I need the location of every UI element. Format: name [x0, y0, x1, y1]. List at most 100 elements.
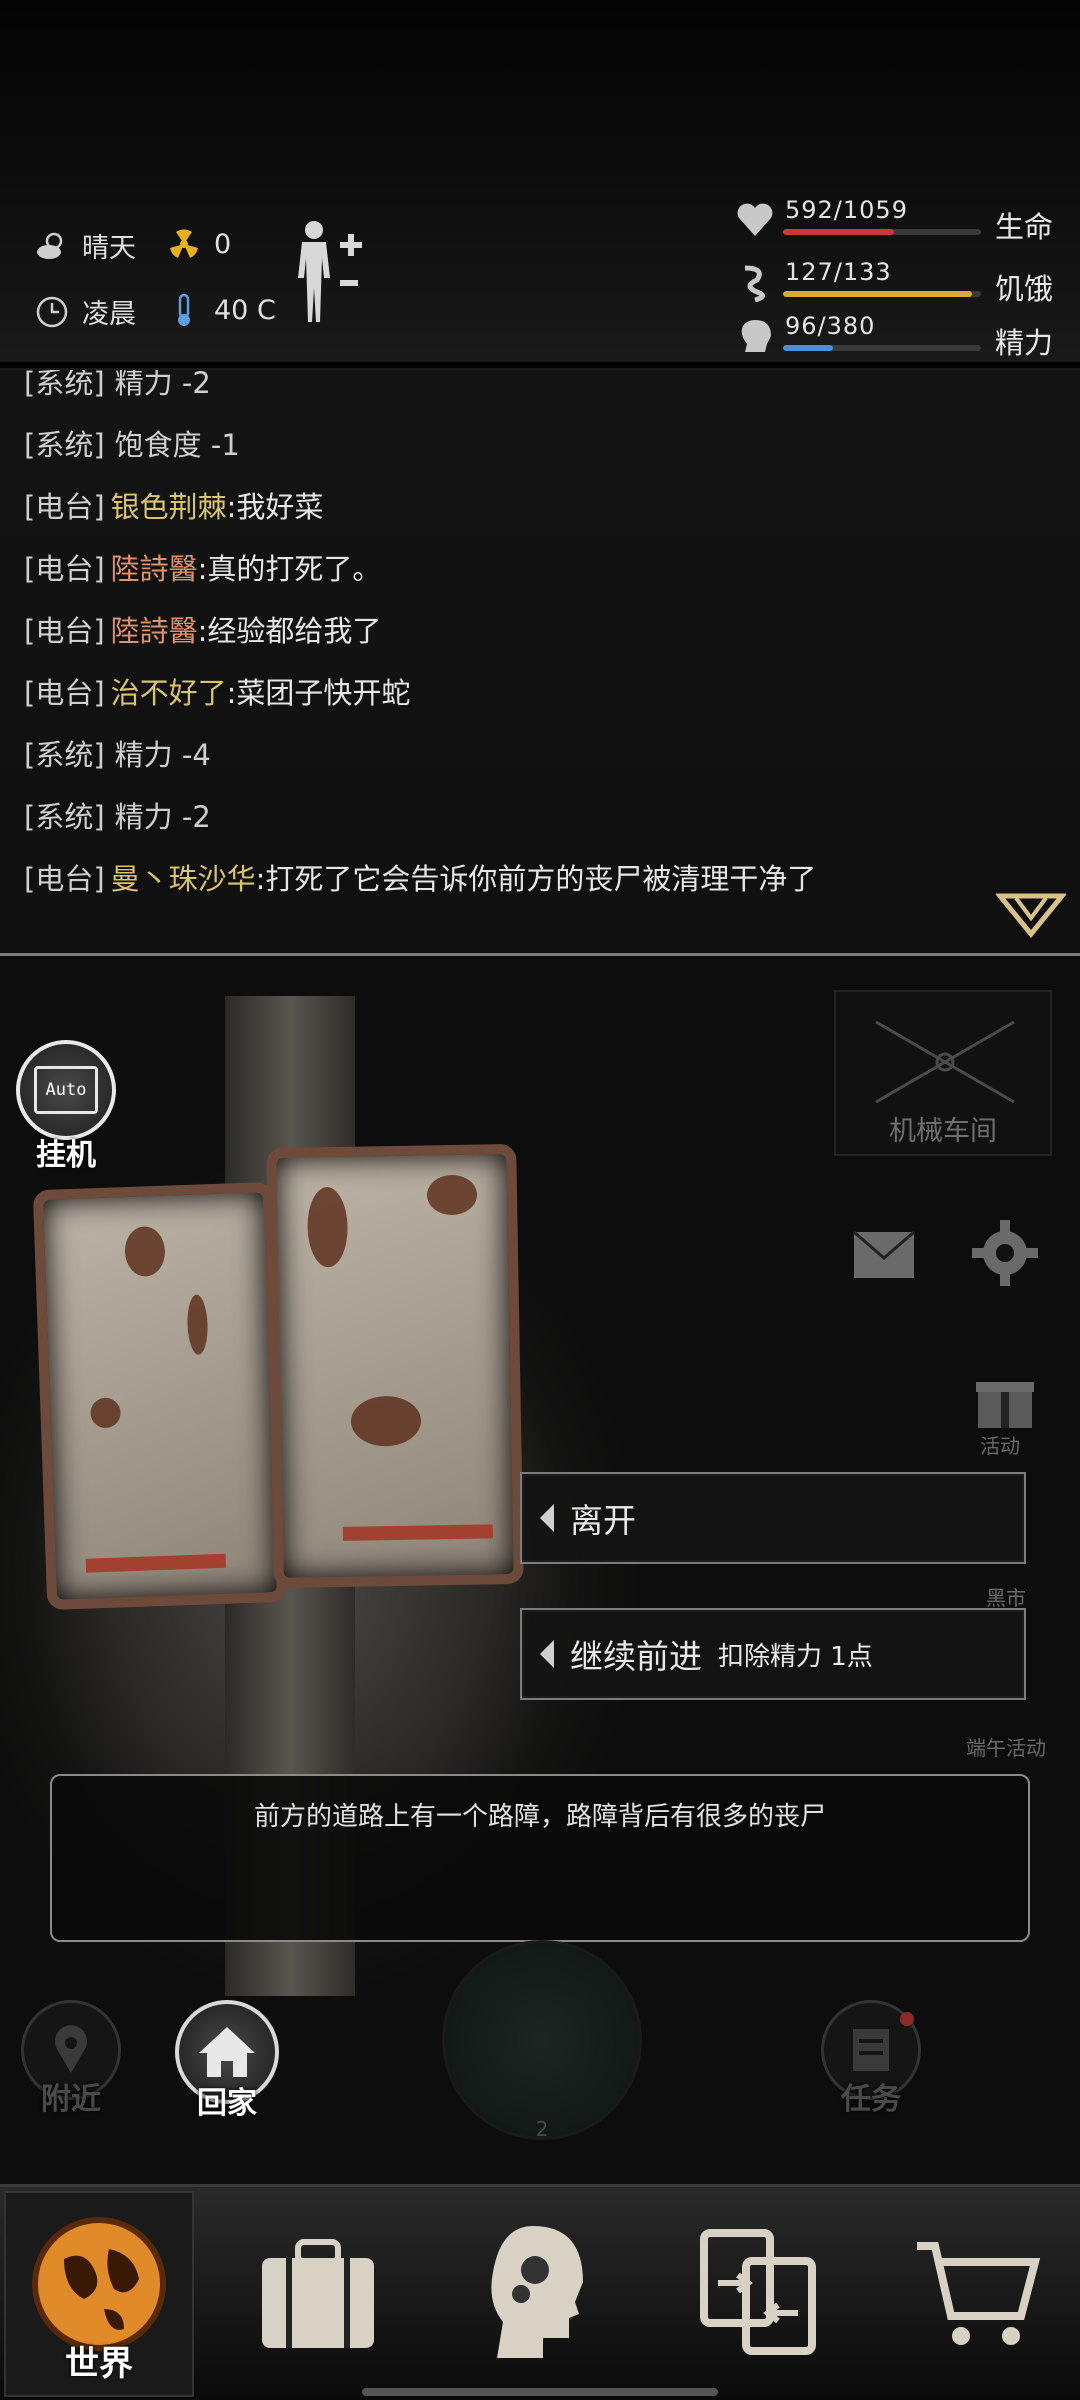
log-channel-tag: [电台]: [24, 614, 105, 648]
weather-text: 晴天: [82, 233, 136, 264]
log-line: [系统] 精力 -4: [24, 732, 211, 774]
task-notification-dot: [900, 2012, 914, 2026]
status-hud: 晴天 0 凌晨 40 C 592/1059 生命 127/133 饥饿 96/3…: [0, 0, 1080, 370]
choice-continue-label: 继续前进: [570, 1637, 702, 1676]
trade-icon: [700, 2229, 816, 2355]
log-channel-tag: [电台]: [24, 676, 105, 710]
stat-bar-value: 127/133: [785, 258, 892, 286]
auto-label: 挂机: [36, 1138, 96, 1173]
nearby-button[interactable]: 附近: [16, 2000, 126, 2118]
home-indicator[interactable]: [362, 2388, 718, 2396]
log-player-name[interactable]: 陸詩醫: [111, 552, 198, 586]
stat-bar-fill: [783, 345, 834, 351]
stat-bar-fill: [783, 229, 894, 235]
choice-leave-button[interactable]: 离开: [520, 1472, 1026, 1564]
settings-gear-icon[interactable]: [970, 1218, 1040, 1288]
scene-sign-right: [266, 1143, 524, 1589]
nav-trade-tab[interactable]: [658, 2187, 858, 2397]
body-status-button[interactable]: [292, 218, 366, 328]
log-message: :真的打死了。: [197, 552, 382, 586]
message-log[interactable]: [系统] 精力 -2 [系统] 饱食度 -1 [电台] 银色荆棘:我好菜 [电台] 陸詩醫:真…: [0, 370, 1080, 955]
thermometer-icon: [178, 293, 190, 326]
log-message: 精力 -2: [114, 370, 211, 400]
stat-bar-track: [783, 291, 981, 297]
mechanical-workshop-button[interactable]: 机械车间: [834, 990, 1052, 1156]
mail-icon[interactable]: [852, 1230, 916, 1280]
stat-bar-track: [783, 229, 981, 235]
festival-activity-label[interactable]: 端午活动: [966, 1732, 1046, 1761]
hud-divider: [0, 362, 1080, 368]
choice-leave-label: 离开: [570, 1501, 636, 1540]
log-channel-tag: [系统]: [24, 738, 105, 772]
nav-shop-tab[interactable]: [878, 2187, 1078, 2397]
suitcase-icon: [262, 2239, 374, 2348]
heart-icon: [737, 203, 773, 236]
log-channel-tag: [系统]: [24, 428, 105, 462]
choice-continue-button[interactable]: 继续前进 扣除精力 1点: [520, 1608, 1026, 1700]
auto-idle-button[interactable]: Auto 挂机: [12, 1040, 120, 1180]
nearby-label: 附近: [41, 2082, 101, 2117]
log-channel-tag: [电台]: [24, 552, 105, 586]
clock-icon: [36, 296, 68, 327]
log-line: [系统] 饱食度 -1: [24, 422, 240, 464]
auto-icon-text: Auto: [34, 1066, 98, 1114]
log-line: [系统] 精力 -2: [24, 370, 211, 402]
black-market-label[interactable]: 黑市: [986, 1582, 1026, 1611]
stat-bar-fill: [783, 291, 973, 297]
workshop-label: 机械车间: [889, 1116, 997, 1147]
time-stat: 凌晨: [34, 292, 136, 331]
log-player-name[interactable]: 银色荆棘: [111, 490, 227, 524]
workshop-icon: [875, 1020, 1015, 1104]
stat-bar-0: 592/1059 生命: [735, 196, 1055, 246]
log-line: [电台] 治不好了:菜团子快开蛇: [24, 670, 410, 712]
choice-arrow-icon: [540, 1504, 554, 1532]
log-message: :我好菜: [226, 490, 324, 524]
log-player-name[interactable]: 曼丶珠沙华: [111, 862, 256, 896]
log-channel-tag: [电台]: [24, 490, 105, 524]
radiation-icon: [170, 229, 198, 258]
task-label: 任务: [841, 2082, 901, 2117]
log-line: [电台] 银色荆棘:我好菜: [24, 484, 323, 526]
nav-world-label: 世界: [65, 2344, 133, 2384]
sun-cloud-icon: [37, 232, 63, 259]
task-button[interactable]: 任务: [816, 2000, 926, 2118]
event-description: 前方的道路上有一个路障，路障背后有很多的丧尸: [50, 1774, 1030, 1942]
stat-bar-track: [783, 345, 981, 351]
activity-label: 活动: [980, 1434, 1020, 1458]
scroll-down-icon[interactable]: [996, 890, 1066, 940]
stat-bar-2: 96/380 精力: [735, 312, 1055, 362]
stat-bar-value: 592/1059: [785, 196, 908, 224]
log-message: :菜团子快开蛇: [226, 676, 411, 710]
nav-inventory-tab[interactable]: [218, 2187, 418, 2397]
choice-arrow-icon: [540, 1640, 554, 1668]
stat-bar-1: 127/133 饥饿: [735, 258, 1055, 308]
head-icon: [741, 320, 771, 352]
scene-sign-left: [32, 1181, 288, 1611]
log-message: 饱食度 -1: [114, 428, 240, 462]
nav-world-tab[interactable]: 世界: [4, 2191, 194, 2397]
auto-icon: Auto: [16, 1040, 116, 1140]
stomach-icon: [744, 265, 765, 302]
log-line: [系统] 精力 -2: [24, 794, 211, 836]
temperature-value: 40 C: [214, 294, 276, 326]
log-line: [电台] 曼丶珠沙华:打死了它会告诉你前方的丧尸被清理干净了: [24, 856, 816, 898]
radar-label: 2: [535, 2117, 549, 2141]
radar-icon[interactable]: 2: [442, 1940, 642, 2141]
log-player-name[interactable]: 治不好了: [111, 676, 227, 710]
bottom-nav: 世界: [0, 2184, 1080, 2400]
log-player-name[interactable]: 陸詩醫: [111, 614, 198, 648]
stat-bar-label: 饥饿: [995, 272, 1054, 306]
weather-stat: 晴天: [34, 226, 136, 265]
stat-bar-value: 96/380: [785, 312, 876, 340]
log-channel-tag: [系统]: [24, 800, 105, 834]
time-of-day-text: 凌晨: [82, 299, 136, 330]
temperature-stat: 40 C: [166, 292, 276, 328]
home-label: 回家: [197, 2086, 257, 2121]
choice-continue-cost: 扣除精力 1点: [718, 1641, 873, 1672]
body-status-icon: [298, 221, 362, 322]
gift-icon[interactable]: [974, 1368, 1036, 1430]
log-message: :经验都给我了: [197, 614, 382, 648]
nav-skills-tab[interactable]: [438, 2187, 638, 2397]
log-channel-tag: [电台]: [24, 862, 105, 896]
home-button[interactable]: 回家: [172, 2000, 282, 2122]
